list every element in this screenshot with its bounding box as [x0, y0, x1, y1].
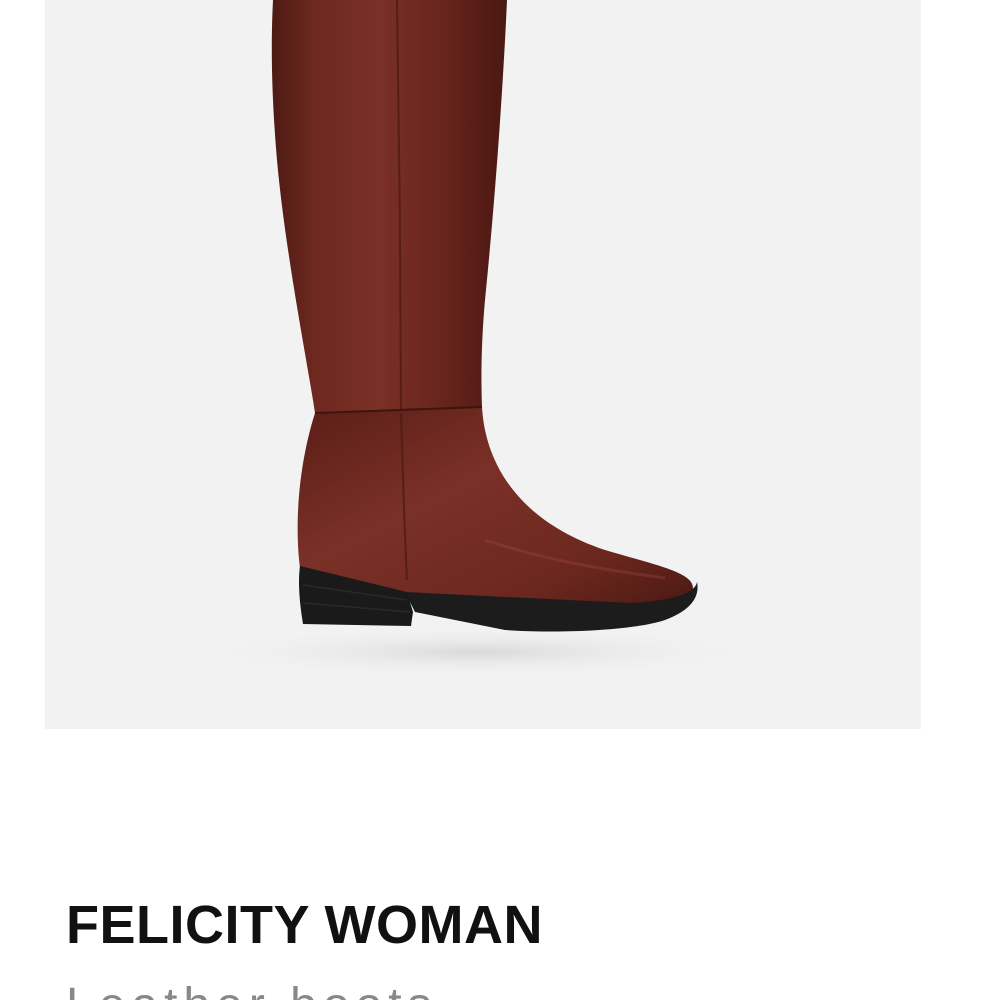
- product-page: FELICITY WOMAN Leather boots: [0, 0, 1000, 1000]
- product-name: FELICITY WOMAN: [66, 895, 543, 955]
- boot-illustration: [177, 0, 777, 678]
- product-description: Leather boots: [66, 982, 438, 1000]
- product-image[interactable]: [45, 0, 921, 729]
